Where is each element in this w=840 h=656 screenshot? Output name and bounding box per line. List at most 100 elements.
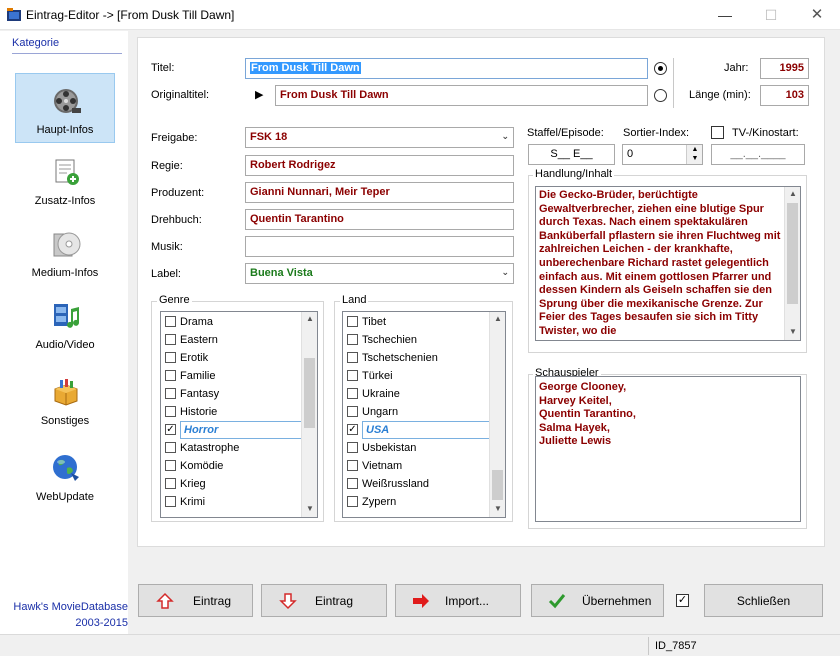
minimize-button[interactable]: — bbox=[702, 0, 748, 30]
eintrag-down-button[interactable]: Eintrag bbox=[261, 584, 387, 617]
spin-down-icon[interactable]: ▼ bbox=[687, 154, 703, 163]
import-label: Import... bbox=[445, 594, 490, 608]
sidebar-item-haupt-infos[interactable]: Haupt-Infos bbox=[15, 73, 115, 143]
chevron-down-icon[interactable]: ▼ bbox=[302, 502, 317, 516]
chevron-down-icon[interactable]: ▼ bbox=[785, 325, 800, 339]
chevron-down-icon[interactable]: ▼ bbox=[490, 502, 505, 516]
header-separator bbox=[673, 58, 674, 108]
chevron-up-icon[interactable]: ▲ bbox=[490, 312, 505, 326]
schliessen-button[interactable]: Schließen bbox=[704, 584, 823, 617]
sidebar-item-label: Audio/Video bbox=[35, 339, 95, 351]
land-checkbox[interactable] bbox=[347, 388, 358, 399]
sidebar-item-webupdate[interactable]: WebUpdate bbox=[15, 441, 115, 511]
land-listbox[interactable]: Zypern Weißrussland Vietnam Usbekistan ✓ USA U… bbox=[342, 311, 506, 518]
handlung-label: Handlung/Inhalt bbox=[533, 168, 615, 180]
genre-item-label: Komödie bbox=[180, 460, 224, 472]
freigabe-select[interactable]: FSK 18 ⌄ bbox=[245, 127, 514, 148]
sidebar-item-medium-infos[interactable]: Medium-Infos bbox=[15, 217, 115, 287]
laenge-field[interactable]: 103 bbox=[760, 85, 809, 106]
land-item-label: Ukraine bbox=[362, 388, 400, 400]
genre-checkbox[interactable]: ✓ bbox=[165, 424, 176, 435]
uebernehmen-button[interactable]: Übernehmen bbox=[531, 584, 664, 617]
genre-item-label: Horror bbox=[180, 421, 302, 439]
genre-checkbox[interactable] bbox=[165, 316, 176, 327]
handlung-scrollbar[interactable]: ▲ ▼ bbox=[784, 187, 800, 340]
land-item-label: Tschechien bbox=[362, 334, 418, 346]
land-item-label: Türkei bbox=[362, 370, 393, 382]
chevron-up-icon[interactable]: ▲ bbox=[785, 187, 800, 201]
regie-field[interactable]: Robert Rodrigez bbox=[245, 155, 514, 176]
chevron-up-icon[interactable]: ▲ bbox=[302, 312, 317, 326]
genre-checkbox[interactable] bbox=[165, 460, 176, 471]
close-button[interactable]: ✕ bbox=[794, 0, 840, 30]
tv-date-field[interactable]: __.__.____ bbox=[711, 144, 805, 165]
titel-radio[interactable] bbox=[654, 62, 667, 75]
scroll-thumb[interactable] bbox=[304, 358, 315, 428]
titel-field[interactable]: From Dusk Till Dawn bbox=[245, 58, 648, 79]
schauspieler-line: Juliette Lewis bbox=[539, 435, 612, 448]
tv-checkbox[interactable] bbox=[711, 126, 724, 139]
genre-item-label: Eastern bbox=[180, 334, 218, 346]
genre-checkbox[interactable] bbox=[165, 388, 176, 399]
land-item-label: Weißrussland bbox=[362, 478, 430, 490]
sortier-label: Sortier-Index: bbox=[623, 127, 690, 139]
genre-checkbox[interactable] bbox=[165, 334, 176, 345]
drehbuch-field[interactable]: Quentin Tarantino bbox=[245, 209, 514, 230]
genre-checkbox[interactable] bbox=[165, 496, 176, 507]
arrow-down-icon bbox=[279, 593, 297, 610]
sidebar-item-audio-video[interactable]: Audio/Video bbox=[15, 289, 115, 359]
land-checkbox[interactable] bbox=[347, 352, 358, 363]
scroll-thumb[interactable] bbox=[492, 470, 503, 500]
schauspieler-textarea[interactable]: George Clooney, Harvey Keitel, Quentin T… bbox=[535, 376, 801, 522]
titel-value: From Dusk Till Dawn bbox=[250, 62, 361, 74]
credit-name[interactable]: Hawk's MovieDatabase bbox=[10, 601, 128, 613]
tv-label: TV-/Kinostart: bbox=[732, 127, 799, 139]
originaltitel-field[interactable]: From Dusk Till Dawn bbox=[275, 85, 648, 106]
genre-listbox[interactable]: Krimi Krieg Komödie Katastrophe ✓ Horror Histo… bbox=[160, 311, 318, 518]
category-sidebar: Kategorie Haupt-Infos Zusatz-Infos Mediu… bbox=[0, 31, 128, 634]
label-select[interactable]: Buena Vista ⌄ bbox=[245, 263, 514, 284]
play-arrow-icon[interactable]: ▶ bbox=[255, 88, 263, 101]
sidebar-item-sonstiges[interactable]: Sonstiges bbox=[15, 365, 115, 435]
laenge-label: Länge (min): bbox=[689, 89, 751, 101]
maximize-button[interactable]: ☐ bbox=[748, 0, 794, 30]
eintrag-up-button[interactable]: Eintrag bbox=[138, 584, 253, 617]
land-item-label: Vietnam bbox=[362, 460, 403, 472]
originaltitel-radio[interactable] bbox=[654, 89, 667, 102]
genre-scrollbar[interactable]: ▲ ▼ bbox=[301, 312, 317, 517]
sidebar-item-zusatz-infos[interactable]: Zusatz-Infos bbox=[15, 145, 115, 215]
app-icon bbox=[7, 8, 21, 21]
land-checkbox[interactable] bbox=[347, 496, 358, 507]
genre-checkbox[interactable] bbox=[165, 478, 176, 489]
land-checkbox[interactable] bbox=[347, 334, 358, 345]
sortier-spinner[interactable]: ▲ ▼ bbox=[686, 145, 702, 164]
category-divider bbox=[12, 53, 122, 54]
jahr-field[interactable]: 1995 bbox=[760, 58, 809, 79]
land-item-label: Zypern bbox=[362, 496, 397, 508]
land-checkbox[interactable] bbox=[347, 370, 358, 381]
genre-checkbox[interactable] bbox=[165, 370, 176, 381]
genre-checkbox[interactable] bbox=[165, 352, 176, 363]
handlung-textarea[interactable]: Die Gecko-Brüder, berüchtigte Gewaltverb… bbox=[535, 186, 801, 341]
import-button[interactable]: Import... bbox=[395, 584, 521, 617]
land-checkbox[interactable] bbox=[347, 460, 358, 471]
produzent-field[interactable]: Gianni Nunnari, Meir Teper bbox=[245, 182, 514, 203]
land-checkbox[interactable] bbox=[347, 442, 358, 453]
land-checkbox[interactable] bbox=[347, 478, 358, 489]
arrow-right-icon bbox=[413, 594, 429, 608]
spin-up-icon[interactable]: ▲ bbox=[687, 145, 703, 154]
land-checkbox[interactable] bbox=[347, 406, 358, 417]
genre-checkbox[interactable] bbox=[165, 406, 176, 417]
staffel-field[interactable]: S__ E__ bbox=[528, 144, 615, 165]
scroll-thumb[interactable] bbox=[787, 203, 798, 304]
schauspieler-line: Salma Hayek, bbox=[539, 421, 610, 434]
genre-item-label: Krimi bbox=[180, 496, 206, 508]
keep-open-checkbox[interactable]: ✓ bbox=[676, 594, 689, 607]
land-checkbox[interactable] bbox=[347, 316, 358, 327]
land-scrollbar[interactable]: ▲ ▼ bbox=[489, 312, 505, 517]
land-checkbox[interactable]: ✓ bbox=[347, 424, 358, 435]
land-item-label: Usbekistan bbox=[362, 442, 417, 454]
disc-icon bbox=[53, 232, 81, 257]
genre-checkbox[interactable] bbox=[165, 442, 176, 453]
musik-field[interactable] bbox=[245, 236, 514, 257]
